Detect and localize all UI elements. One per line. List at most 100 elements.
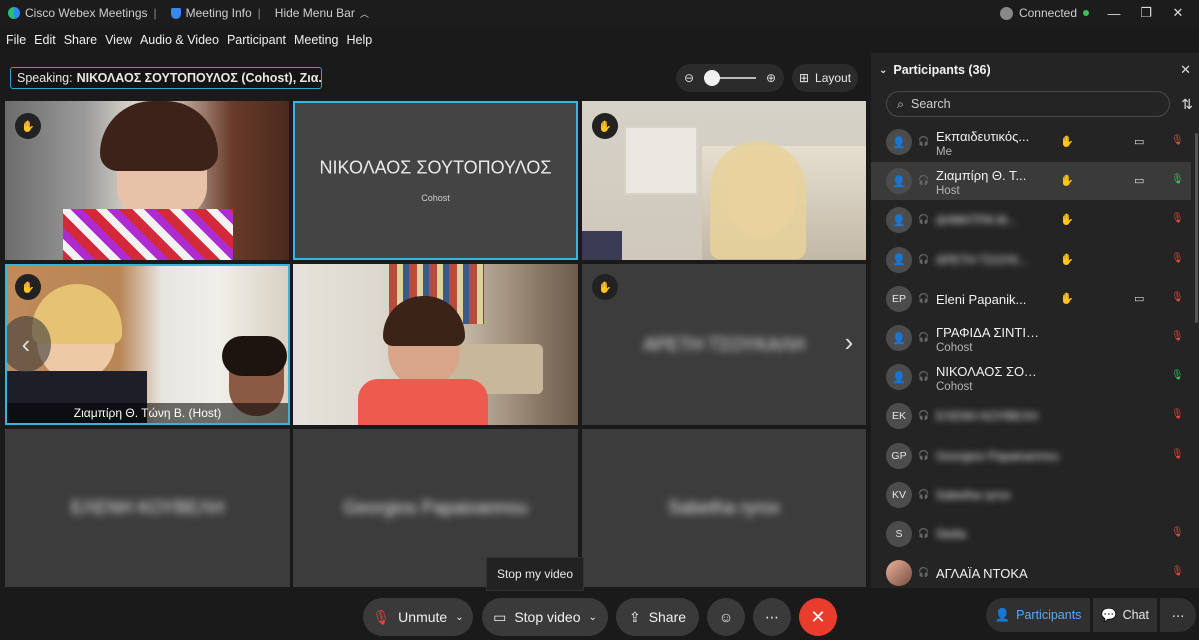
chevron-down-icon[interactable]: ⌄ [455, 612, 463, 623]
panel-more-button[interactable]: ⋯ [1160, 598, 1196, 632]
participant-row[interactable]: 👤 🎧 Εκπαιδευτικός... Me ✋ ▭ 🎙 [871, 123, 1191, 161]
raise-hand-icon: ✋ [15, 113, 41, 139]
more-options-button[interactable]: ⋯ [753, 598, 791, 636]
participant-row[interactable]: 👤 🎧 ΔΗΜΗΤΡΑ Μ... ✋ 🎙 [871, 201, 1191, 239]
video-tile-5[interactable] [293, 264, 578, 425]
video-tile-4[interactable]: ✋ ‹ Ζιαμπίρη Θ. Τώνη Β. (Host) [5, 264, 290, 425]
menu-meeting[interactable]: Meeting [294, 33, 338, 47]
menu-share[interactable]: Share [64, 33, 97, 47]
close-panel-icon[interactable]: ✕ [1180, 62, 1191, 78]
avatar: GP [886, 442, 912, 469]
participant-name: ΕΛΕΝΗ ΚΟΥΒΕΛΗ [936, 409, 1038, 424]
participants-tab-button[interactable]: 👤 Participants [986, 598, 1090, 632]
chat-bubble-icon: 💬 [1101, 607, 1117, 622]
microphone-muted-icon[interactable]: 🎙 [1171, 409, 1184, 420]
menu-participant[interactable]: Participant [227, 33, 286, 47]
microphone-muted-icon[interactable]: 🎙 [1171, 566, 1184, 577]
participant-row[interactable]: GP 🎧 Georgios Papaioannou 🎙 [871, 437, 1191, 475]
video-tile-2[interactable]: ΝΙΚΟΛΑΟΣ ΣΟΥΤΟΠΟΥΛΟΣ Cohost [293, 101, 578, 260]
menu-view[interactable]: View [105, 33, 132, 47]
participant-role: Cohost [936, 342, 973, 354]
microphone-icon[interactable]: 🎙 [1171, 174, 1184, 185]
person-avatar-icon: 👤 [886, 129, 912, 155]
microphone-muted-icon[interactable]: 🎙 [1171, 527, 1184, 538]
panel-scrollbar[interactable] [1195, 133, 1198, 323]
audio-connection-icon: 🎧 [918, 488, 930, 499]
participant-row[interactable]: EP 🎧 Eleni Papanik... ✋ ▭ 🎙 [871, 280, 1191, 318]
raise-hand-icon: ✋ [15, 274, 41, 300]
video-tile-1[interactable]: ✋ [5, 101, 289, 260]
status-dot-icon [1083, 10, 1089, 16]
more-dots-icon: ⋯ [1171, 608, 1185, 623]
minimize-icon[interactable]: — [1107, 6, 1121, 21]
avatar: EP [886, 285, 912, 312]
share-button[interactable]: ⇪ Share [616, 598, 699, 636]
hide-menu-bar-button[interactable]: Hide Menu Bar ︿ [275, 6, 369, 20]
participant-row[interactable]: 🎧 ΑΓΛΑΪΑ ΝΤΟΚΑ 🎙 [871, 554, 1191, 592]
participant-row[interactable]: 👤 🎧 ΓΡΑΦΙΔΑ ΣΙΝΤΙΚΗΣ Cohost 🎙 [871, 319, 1191, 357]
microphone-muted-icon[interactable]: 🎙 [1171, 253, 1184, 264]
microphone-muted-icon[interactable]: 🎙 [1171, 292, 1184, 303]
video-tile-3[interactable]: ✋ [582, 101, 866, 260]
search-icon: ⌕ [897, 96, 905, 111]
video-tile-9[interactable]: Sabetha ryrox [582, 429, 866, 587]
audio-connection-icon: 🎧 [918, 371, 930, 382]
video-tile-7[interactable]: ΕΛΕΝΗ ΚΟΥΒΕΛΗ [5, 429, 290, 587]
chevron-down-icon: ⌄ [879, 64, 888, 76]
participant-row[interactable]: 👤 🎧 ΝΙΚΟΛΑΟΣ ΣΟΥΤΟΠΟΥΛΟΣCohost 🎙 [871, 358, 1191, 396]
participant-row[interactable]: KV 🎧 Sabetha ryrox [871, 476, 1191, 514]
menu-audio-video[interactable]: Audio & Video [140, 33, 219, 47]
chevron-down-icon[interactable]: ⌄ [589, 612, 597, 623]
menu-help[interactable]: Help [346, 33, 372, 47]
more-dots-icon: ⋯ [765, 608, 779, 625]
meeting-info-link[interactable]: Meeting Info [170, 6, 252, 20]
participant-row[interactable]: 👤 🎧 Ζιαμπίρη Θ. Τ... Host ✋ ▭ 🎙 [871, 162, 1191, 201]
leave-meeting-button[interactable]: ✕ [799, 598, 837, 636]
stop-video-button[interactable]: ▭ Stop video ⌄ [482, 598, 608, 636]
microphone-icon[interactable]: 🎙 [1171, 370, 1184, 381]
person-avatar-icon: 👤 [886, 168, 912, 195]
participant-search-input[interactable]: ⌕ Search [886, 91, 1170, 117]
participant-row[interactable]: S 🎧 Stella 🎙 [871, 515, 1191, 553]
share-icon: ⇪ [628, 608, 641, 625]
raise-hand-icon: ✋ [592, 274, 618, 300]
sort-icon[interactable]: ⇅ [1181, 96, 1193, 113]
person-avatar-icon: 👤 [886, 246, 912, 273]
close-icon[interactable]: ✕ [1171, 5, 1185, 21]
microphone-muted-icon[interactable]: 🎙 [1171, 449, 1184, 460]
chat-tab-button[interactable]: 💬 Chat [1093, 598, 1157, 632]
participant-name: Georgios Papaioannou [936, 448, 1059, 463]
menu-edit[interactable]: Edit [34, 33, 56, 47]
video-feed [582, 101, 866, 260]
participant-name: ΔΗΜΗΤΡΑ Μ... [936, 213, 1017, 228]
microphone-muted-icon[interactable]: 🎙 [1171, 213, 1184, 224]
zoom-slider-handle[interactable] [704, 70, 720, 86]
participant-name: ΑΓΛΑΪΑ ΝΤΟΚΑ [936, 566, 1028, 582]
participant-name: Sabetha ryrox [936, 487, 1011, 502]
participant-row[interactable]: 👤 🎧 ΑΡΕΤΗ ΤΣΟΥΚ... ✋ 🎙 [871, 241, 1191, 279]
zoom-slider[interactable] [704, 70, 756, 86]
audio-connection-icon: 🎧 [918, 136, 930, 146]
video-tile-6[interactable]: ✋ ΑΡΕΤΗ ΤΣΟΥΚΑΛΗ › [582, 264, 866, 425]
audio-connection-icon: 🎧 [918, 332, 930, 342]
microphone-muted-icon[interactable]: 🎙 [1171, 331, 1184, 342]
participants-panel-header[interactable]: ⌄ Participants (36) [879, 63, 991, 77]
close-icon: ✕ [810, 606, 826, 627]
microphone-muted-icon[interactable]: 🎙 [1171, 135, 1184, 146]
layout-button[interactable]: ⊞ Layout [792, 64, 858, 92]
participant-row[interactable]: EK 🎧 ΕΛΕΝΗ ΚΟΥΒΕΛΗ 🎙 [871, 397, 1191, 435]
participant-name: Eleni Papanik... [936, 291, 1027, 307]
audio-connection-icon: 🎧 [918, 214, 930, 225]
zoom-in-icon[interactable]: ⊕ [766, 71, 776, 85]
menu-bar: File Edit Share View Audio & Video Parti… [0, 26, 374, 54]
speaking-indicator: Speaking: ΝΙΚΟΛΑΟΣ ΣΟΥΤΟΠΟΥΛΟΣ (Cohost),… [10, 67, 322, 89]
next-page-button[interactable]: › [824, 314, 866, 370]
zoom-out-icon[interactable]: ⊖ [684, 71, 694, 85]
maximize-icon[interactable]: ❐ [1139, 5, 1153, 21]
person-avatar-icon: 👤 [886, 207, 912, 234]
menu-file[interactable]: File [6, 33, 26, 47]
reactions-button[interactable]: ☺ [707, 598, 745, 636]
zoom-control[interactable]: ⊖ ⊕ [676, 64, 784, 92]
unmute-button[interactable]: 🎙 Unmute ⌄ [363, 598, 473, 636]
participant-name: ΝΙΚΟΛΑΟΣ ΣΟΥΤΟΠΟΥΛΟΣ [936, 364, 1040, 380]
